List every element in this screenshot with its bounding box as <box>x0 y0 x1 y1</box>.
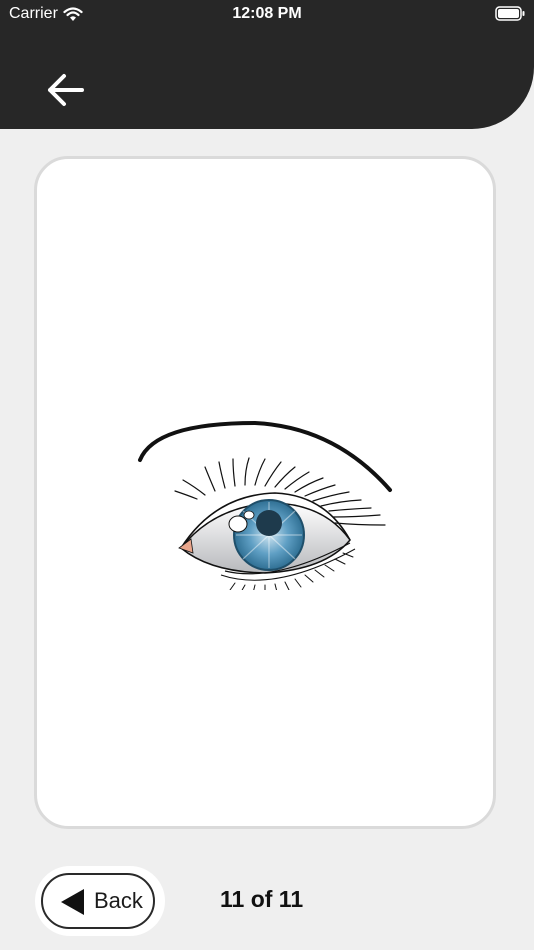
back-button[interactable]: Back <box>41 873 155 929</box>
status-time: 12:08 PM <box>232 5 302 22</box>
footer-bar: Back 11 of 11 <box>0 860 534 950</box>
status-bar: Carrier 12:08 PM <box>0 0 534 28</box>
eye-icon <box>138 420 392 590</box>
arrow-left-icon <box>48 74 84 106</box>
back-button-label: Back <box>94 888 143 913</box>
back-button-container: Back <box>35 866 165 936</box>
header-back-button[interactable] <box>42 68 88 112</box>
battery-icon <box>495 6 525 21</box>
flash-card <box>34 156 496 829</box>
page-counter: 11 of 11 <box>220 886 304 912</box>
triangle-left-icon <box>61 889 84 915</box>
app-header: Carrier 12:08 PM <box>0 0 534 129</box>
